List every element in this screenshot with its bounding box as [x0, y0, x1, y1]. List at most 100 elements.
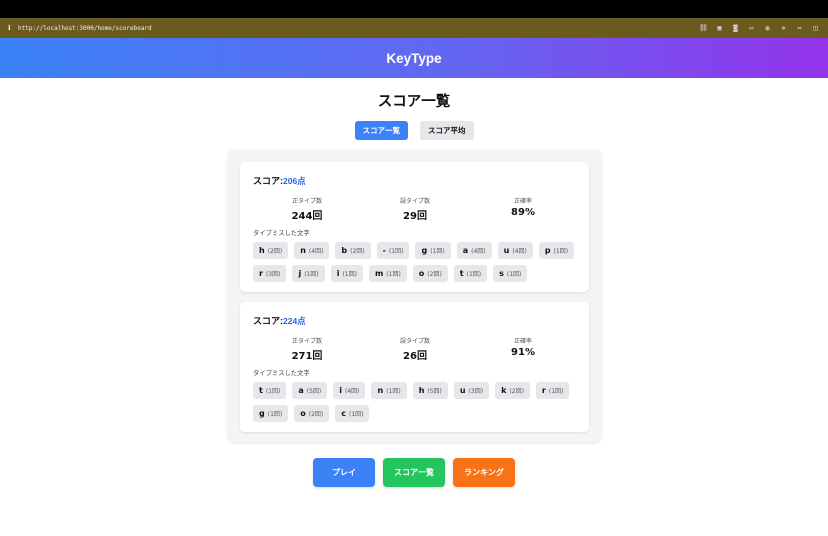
- missed-count: (1回): [348, 411, 364, 418]
- missed-char: g: [259, 409, 265, 418]
- score-label: スコア:: [253, 316, 283, 326]
- missed-char: i: [336, 269, 340, 278]
- missed-char-chip: - (1回): [376, 242, 410, 259]
- missed-count: (2回): [427, 271, 442, 278]
- split-icon[interactable]: ⇔: [795, 24, 804, 32]
- missed-char-chip: g (1回): [415, 242, 451, 259]
- missed-char-chip: b (2回): [335, 242, 371, 259]
- score-label: スコア:: [253, 176, 283, 186]
- window-icon[interactable]: ▭: [747, 24, 756, 32]
- missed-char-chip: s (1回): [493, 265, 528, 282]
- missed-count: (1回): [506, 271, 522, 278]
- missed-count: (4回): [512, 248, 527, 255]
- missed-char: u: [459, 386, 466, 395]
- missed-char-chip: n (4回): [294, 242, 330, 259]
- missed-count: (1回): [388, 248, 404, 255]
- missed-char: t: [259, 386, 263, 395]
- missed-char: u: [503, 246, 510, 255]
- missed-chars-list: h (2回) n (4回) b (2回) - (1回) g (1回) a (4回) u (4回) p (1回)…: [253, 242, 577, 282]
- missed-char: h: [259, 246, 265, 255]
- stat-label: 正確率: [513, 338, 532, 345]
- missed-count: (1回): [267, 411, 283, 418]
- missed-char-chip: h (5回): [412, 382, 448, 399]
- missed-char: a: [462, 246, 469, 255]
- missed-count: (5回): [427, 388, 442, 395]
- missed-count: (1回): [548, 388, 564, 395]
- stat-label: 正確率: [513, 198, 532, 205]
- missed-count: (1回): [430, 248, 445, 255]
- missed-count: (2回): [308, 411, 324, 418]
- score-line: スコア:224点: [253, 314, 577, 327]
- missed-count: (1回): [304, 271, 319, 278]
- gear-icon[interactable]: ✲: [779, 24, 788, 32]
- missed-char: k: [501, 386, 507, 395]
- camera-icon[interactable]: ◙: [731, 24, 740, 32]
- missed-char-chip: h (2回): [253, 242, 289, 259]
- missed-char-chip: c (1回): [335, 405, 370, 422]
- stat-correct: 正タイプ数 244回: [253, 196, 361, 222]
- missed-char: i: [339, 386, 342, 395]
- missed-char-chip: j (1回): [292, 265, 325, 282]
- missed-char-chip: i (1回): [330, 265, 363, 282]
- missed-char: t: [459, 269, 464, 278]
- missed-char: o: [300, 409, 306, 418]
- save-icon[interactable]: ▣: [715, 24, 724, 32]
- missed-char-chip: o (2回): [412, 265, 448, 282]
- missed-count: (1回): [553, 248, 569, 255]
- missed-char-chip: n (1回): [371, 382, 407, 399]
- missed-char-chip: r (1回): [535, 382, 570, 399]
- app-title: KeyType: [386, 50, 442, 66]
- score-value: 206点: [283, 176, 306, 186]
- missed-char: n: [300, 246, 306, 255]
- play-button[interactable]: プレイ: [313, 458, 375, 487]
- missed-char: a: [298, 386, 304, 395]
- missed-char: -: [382, 246, 386, 255]
- missed-char-chip: a (4回): [456, 242, 492, 259]
- missed-char-chip: r (3回): [253, 265, 287, 282]
- stat-accuracy: 正確率 91%: [469, 336, 577, 362]
- action-buttons: プレイ スコア一覧 ランキング: [0, 458, 828, 487]
- missed-chars-label: タイプミスした文字: [253, 370, 310, 377]
- ranking-button[interactable]: ランキング: [453, 458, 515, 487]
- link-icon[interactable]: ⛓: [699, 24, 708, 32]
- app-header: KeyType: [0, 38, 828, 78]
- stat-value: 89%: [511, 207, 535, 218]
- stat-value: 271回: [291, 351, 323, 362]
- missed-char: g: [421, 246, 428, 255]
- missed-char-chip: t (1回): [253, 382, 287, 399]
- tab-score-list[interactable]: スコア一覧: [354, 121, 408, 140]
- globe-icon[interactable]: ◍: [763, 24, 772, 32]
- missed-char: b: [341, 246, 348, 255]
- missed-count: (4回): [344, 388, 360, 395]
- stat-accuracy: 正確率 89%: [469, 196, 577, 222]
- browser-tools: ⛓ ▣ ◙ ▭ ◍ ✲ ⇔ ◫: [699, 24, 820, 32]
- missed-char-chip: k (2回): [495, 382, 530, 399]
- missed-count: (4回): [308, 248, 324, 255]
- stat-correct: 正タイプ数 271回: [253, 336, 361, 362]
- missed-char-chip: i (4回): [333, 382, 366, 399]
- stat-value: 244回: [291, 211, 323, 222]
- missed-count: (3回): [265, 271, 281, 278]
- missed-char-chip: a (5回): [292, 382, 328, 399]
- stats-row: 正タイプ数 271回 誤タイプ数 26回 正確率 91%: [253, 336, 577, 362]
- stat-label: 正タイプ数: [291, 198, 322, 205]
- scoreboard-button[interactable]: スコア一覧: [383, 458, 445, 487]
- stat-value: 91%: [511, 347, 535, 358]
- stat-value: 26回: [403, 351, 427, 362]
- missed-char: o: [418, 269, 425, 278]
- missed-count: (1回): [386, 271, 401, 278]
- missed-char: n: [377, 386, 384, 395]
- stat-value: 29回: [403, 211, 427, 222]
- sidebar-icon[interactable]: ◫: [811, 24, 820, 32]
- missed-count: (4回): [471, 248, 486, 255]
- info-icon[interactable]: ℹ: [8, 24, 18, 32]
- missed-chars-list: t (1回) a (5回) i (4回) n (1回) h (5回) u (3回) k (2回) r (1回)…: [253, 382, 577, 422]
- missed-char: c: [341, 409, 346, 418]
- missed-char-chip: m (1回): [368, 265, 407, 282]
- missed-count: (3回): [468, 388, 484, 395]
- tab-score-average[interactable]: スコア平均: [420, 121, 474, 140]
- missed-char-chip: o (2回): [294, 405, 330, 422]
- url-text[interactable]: http://localhost:3000/home/scoreboard: [18, 25, 699, 32]
- missed-count: (2回): [509, 388, 524, 395]
- missed-char-chip: t (1回): [453, 265, 488, 282]
